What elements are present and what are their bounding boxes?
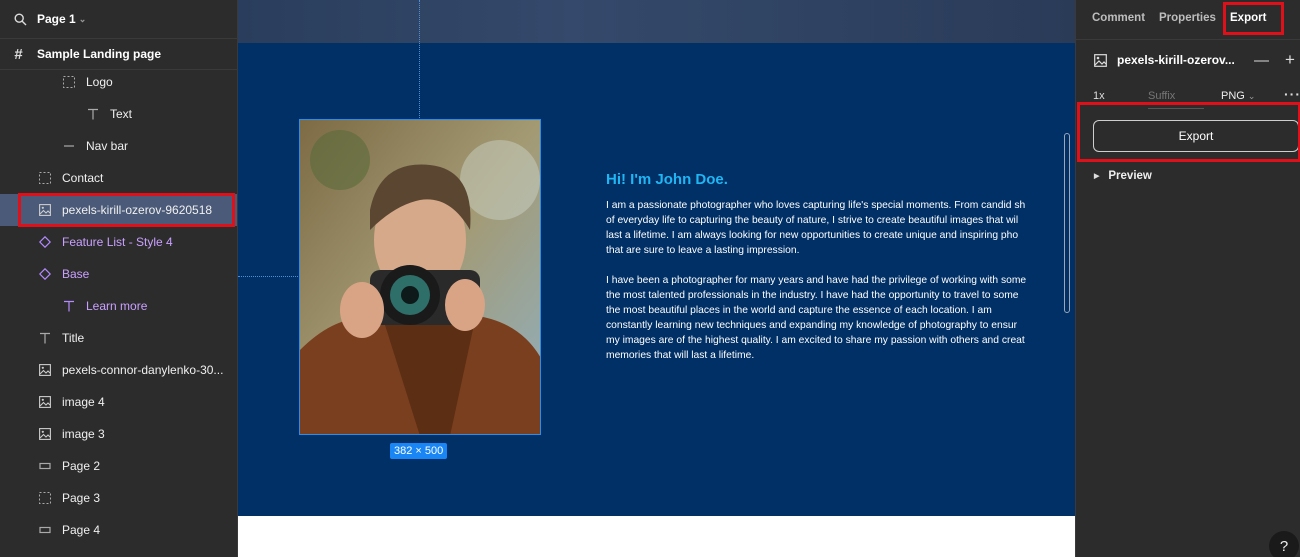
layer-label: Nav bar — [86, 139, 129, 153]
paragraph-line: last a lifetime. I am always looking for… — [606, 230, 1019, 241]
layer-label: image 3 — [62, 427, 105, 441]
disclosure-triangle-icon: ▶ — [1094, 173, 1100, 180]
layer-item[interactable]: Feature List - Style 4 — [0, 226, 237, 258]
about-heading: Hi! I'm John Doe. — [606, 171, 728, 188]
layer-item[interactable]: Learn more — [0, 290, 237, 322]
frame-icon — [38, 459, 52, 473]
spacing-guide-vertical — [419, 0, 420, 118]
annotation-highlight-export-button — [1077, 102, 1300, 162]
page-selector[interactable]: Page 1 ⌄ — [14, 11, 86, 27]
frame-icon — [38, 523, 52, 537]
paragraph-line: I am a passionate photographer who loves… — [606, 200, 1026, 211]
tab-comment[interactable]: Comment — [1092, 12, 1145, 24]
layer-label: Title — [62, 331, 85, 345]
layer-item[interactable]: Base — [0, 258, 237, 290]
layer-label: Learn more — [86, 299, 148, 313]
text-icon — [62, 299, 76, 313]
paragraph-line: memories that will last a lifetime. — [606, 350, 755, 361]
preview-toggle[interactable]: ▶ Preview — [1094, 170, 1152, 182]
layer-item[interactable]: image 4 — [0, 386, 237, 418]
search-icon[interactable] — [14, 12, 27, 26]
about-paragraph-1: I am a passionate photographer who loves… — [606, 198, 1075, 258]
paragraph-line: of everyday life to capturing the beauty… — [606, 215, 1019, 226]
layer-item[interactable]: Contact — [0, 162, 237, 194]
layer-item[interactable]: image 3 — [0, 418, 237, 450]
group-icon — [38, 491, 52, 505]
chevron-down-icon: ⌄ — [78, 13, 87, 24]
group-icon — [38, 171, 52, 185]
paragraph-line: constantly learning new techniques and e… — [606, 320, 1018, 331]
layer-item[interactable]: Page 3 — [0, 482, 237, 514]
hero-section-image — [238, 0, 1075, 43]
layer-label: Page 4 — [62, 523, 101, 537]
layer-label: Page 2 — [62, 459, 101, 473]
asset-name: pexels-kirill-ozerov... — [1117, 53, 1235, 67]
chevron-down-icon: ⌄ — [1247, 91, 1256, 101]
properties-panel: Comment Properties Export pexels-kirill-… — [1075, 0, 1300, 557]
layer-item[interactable]: Page 2 — [0, 450, 237, 482]
about-paragraph-2: I have been a photographer for many year… — [606, 273, 1075, 363]
layer-label: Text — [110, 107, 133, 121]
remove-export-icon[interactable]: — — [1254, 52, 1269, 69]
preview-label: Preview — [1108, 170, 1152, 182]
image-icon — [38, 427, 52, 441]
format-select[interactable]: PNG ⌄ — [1221, 90, 1255, 102]
text-icon — [86, 107, 100, 121]
format-label: PNG — [1221, 90, 1245, 102]
instance-icon — [38, 235, 52, 249]
paragraph-line: the most beautiful places in the world a… — [606, 305, 992, 316]
paragraph-line: that are sure to leave a lasting impress… — [606, 245, 800, 256]
layer-item[interactable]: Title — [0, 322, 237, 354]
layer-label: pexels-connor-danylenko-30... — [62, 363, 224, 377]
layer-item[interactable]: pexels-connor-danylenko-30... — [0, 354, 237, 386]
paragraph-line: the most talented professionals in the i… — [606, 290, 1019, 301]
scale-select[interactable]: 1x — [1093, 90, 1105, 102]
image-icon — [38, 363, 52, 377]
image-icon — [38, 395, 52, 409]
annotation-highlight-export-tab — [1223, 2, 1284, 35]
page-selector-label: Page 1 — [37, 12, 76, 26]
design-canvas[interactable]: 382 × 500 Hi! I'm John Doe. I am a passi… — [238, 0, 1075, 557]
tab-properties[interactable]: Properties — [1159, 12, 1216, 24]
layer-item[interactable]: Logo — [0, 66, 237, 98]
layer-label: image 4 — [62, 395, 105, 409]
paragraph-line: I have been a photographer for many year… — [606, 275, 1027, 286]
layers-panel: Page 1 ⌄ # Sample Landing page Logo Text N… — [0, 0, 238, 557]
frame-hash-icon: # — [14, 45, 23, 63]
text-icon — [38, 331, 52, 345]
layer-label: Feature List - Style 4 — [62, 235, 173, 249]
frame-layer-label: Sample Landing page — [37, 47, 162, 61]
help-button[interactable]: ? — [1269, 531, 1299, 557]
layer-item[interactable]: Text — [0, 98, 237, 130]
image-icon — [1094, 54, 1107, 67]
layer-label: Base — [62, 267, 90, 281]
canvas-scrollbar[interactable] — [1064, 133, 1070, 313]
add-export-icon[interactable]: + — [1285, 50, 1295, 70]
next-section — [238, 516, 1075, 557]
layer-label: Page 3 — [62, 491, 101, 505]
layer-item[interactable]: Nav bar — [0, 130, 237, 162]
layer-item[interactable]: Page 4 — [0, 514, 237, 546]
annotation-highlight-layer — [18, 193, 235, 227]
more-options-icon[interactable]: ··· — [1284, 86, 1300, 102]
suffix-input[interactable]: Suffix — [1148, 90, 1175, 102]
line-icon — [62, 139, 76, 153]
photographer-image — [300, 120, 540, 434]
instance-icon — [38, 267, 52, 281]
group-icon — [62, 75, 76, 89]
layer-label: Logo — [86, 75, 113, 89]
spacing-guide-horizontal — [238, 276, 298, 277]
paragraph-line: my images are of the highest quality. I … — [606, 335, 1025, 346]
selected-photo[interactable] — [299, 119, 541, 435]
selection-size-badge: 382 × 500 — [390, 443, 448, 459]
layer-label: Contact — [62, 171, 104, 185]
